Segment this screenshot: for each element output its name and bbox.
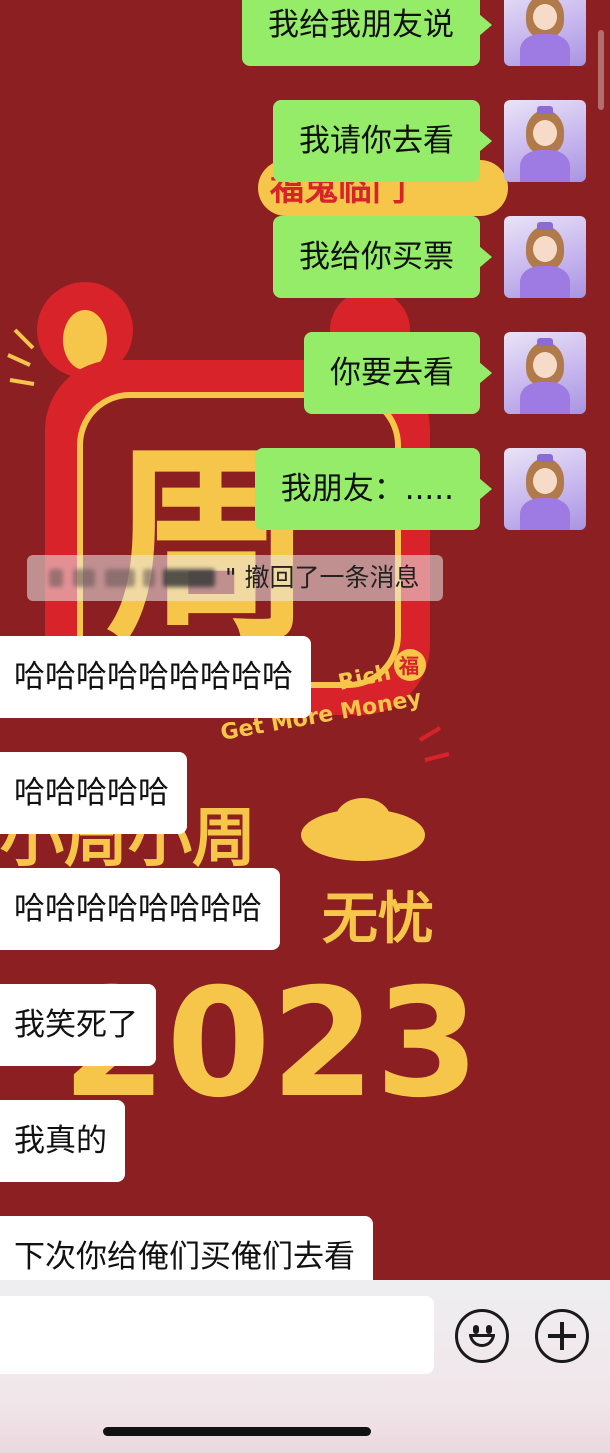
message-bubble-incoming[interactable]: 哈哈哈哈哈哈哈哈: [0, 868, 280, 950]
avatar[interactable]: [504, 332, 586, 414]
message-bubble-incoming[interactable]: 哈哈哈哈哈: [0, 752, 187, 834]
redacted-name: [39, 567, 217, 589]
plus-circle-icon[interactable]: [535, 1309, 589, 1363]
message-bubble-outgoing[interactable]: 我请你去看: [273, 100, 492, 182]
avatar[interactable]: [504, 216, 586, 298]
recall-notice-text: " 撤回了一条消息: [225, 563, 420, 592]
message-bubble-outgoing[interactable]: 我给你买票: [273, 216, 492, 298]
message-row-outgoing: 我朋友：.....: [0, 448, 586, 530]
message-bubble-incoming[interactable]: 哈哈哈哈哈哈哈哈哈: [0, 636, 311, 718]
message-row-outgoing: 我给你买票: [0, 216, 586, 298]
avatar[interactable]: [504, 100, 586, 182]
message-bubble-incoming[interactable]: 我笑死了: [0, 984, 156, 1066]
home-indicator[interactable]: [103, 1427, 371, 1436]
message-bubble-outgoing[interactable]: 你要去看: [304, 332, 492, 414]
message-input[interactable]: [0, 1296, 434, 1374]
message-row-outgoing: 你要去看: [0, 332, 586, 414]
avatar[interactable]: [504, 0, 586, 66]
recall-notice: " 撤回了一条消息: [27, 555, 443, 601]
message-bubble-incoming[interactable]: 我真的: [0, 1100, 125, 1182]
message-row-outgoing: 我请你去看: [0, 100, 586, 182]
scrollbar[interactable]: [598, 30, 604, 110]
message-row-outgoing: 我给我朋友说: [0, 0, 586, 66]
message-bubble-incoming[interactable]: 下次你给俺们买俺们去看: [0, 1216, 373, 1280]
avatar[interactable]: [504, 448, 586, 530]
smiley-face-icon[interactable]: [455, 1309, 509, 1363]
message-bubble-outgoing[interactable]: 我给我朋友说: [242, 0, 492, 66]
chat-area[interactable]: 我给我朋友说 我请你去看 我给你买票 你要去看 我朋友：..... " 撤回了一…: [0, 0, 610, 1280]
message-bubble-outgoing[interactable]: 我朋友：.....: [254, 448, 493, 530]
